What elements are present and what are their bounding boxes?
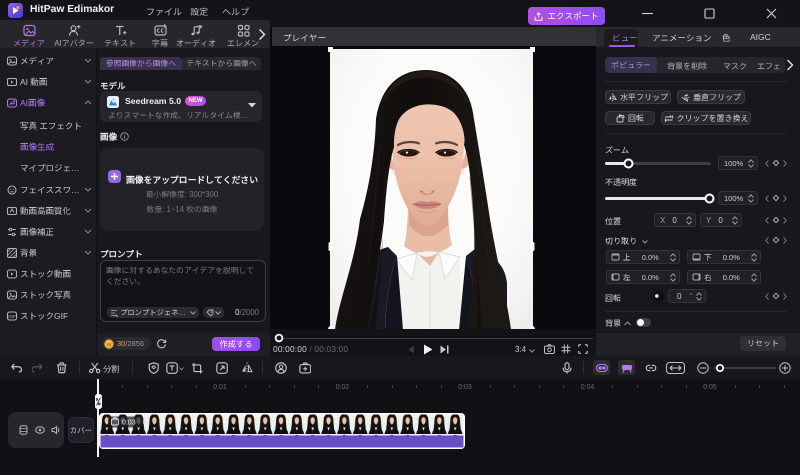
- svg-text:GIF: GIF: [8, 314, 16, 319]
- svg-text:0:03: 0:03: [122, 420, 136, 427]
- svg-text:AI: AI: [107, 342, 112, 347]
